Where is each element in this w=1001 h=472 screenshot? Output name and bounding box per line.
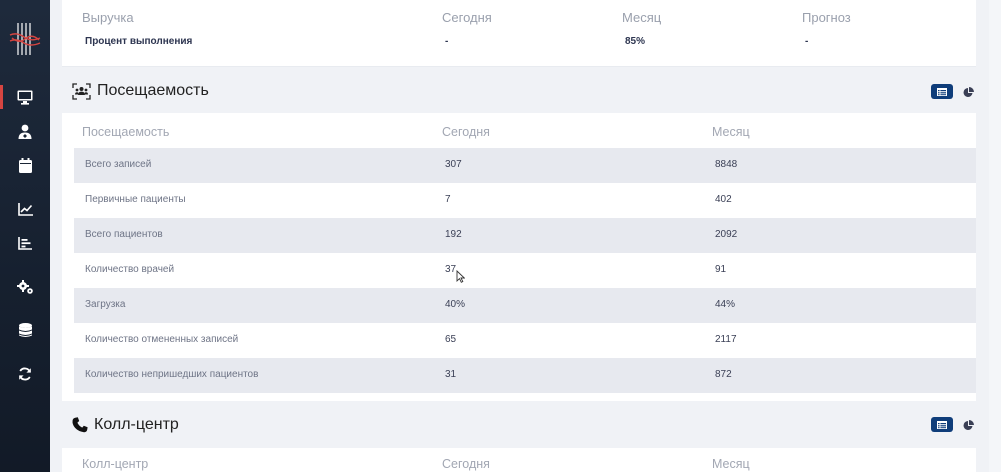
attendance-table-view-button[interactable] xyxy=(931,84,953,99)
attendance-section-title: Посещаемость xyxy=(72,82,209,100)
pie-chart-icon xyxy=(963,86,974,97)
row-month: 402 xyxy=(715,194,732,205)
row-name: Всего пациентов xyxy=(85,229,163,240)
attendance-card: Посещаемость Сегодня Месяц Всего записей… xyxy=(62,113,976,401)
sidebar-item-monitor[interactable] xyxy=(0,84,50,110)
revenue-row-today: - xyxy=(445,36,449,47)
revenue-header-label: Выручка xyxy=(82,10,134,25)
table-row: Количество отмененных записей 65 2117 xyxy=(74,323,976,358)
sync-icon xyxy=(19,367,31,381)
row-month: 872 xyxy=(715,369,732,380)
row-name: Количество врачей xyxy=(85,264,175,275)
callcenter-header-month: Месяц xyxy=(712,457,750,471)
revenue-header-today: Сегодня xyxy=(442,10,492,25)
row-name: Загрузка xyxy=(85,299,126,310)
sidebar-item-calendar[interactable] xyxy=(0,152,50,178)
row-today: 31 xyxy=(445,369,457,380)
callcenter-section-title: Колл-центр xyxy=(72,416,179,434)
table-row: Всего пациентов 192 2092 xyxy=(74,218,976,253)
table-icon xyxy=(937,420,947,429)
row-today: 192 xyxy=(445,229,462,240)
row-month: 2092 xyxy=(715,229,738,240)
sidebar-item-reports[interactable] xyxy=(0,230,50,256)
logo-icon xyxy=(9,22,41,56)
database-icon xyxy=(18,322,32,337)
row-today: 307 xyxy=(445,159,462,170)
pie-chart-icon xyxy=(963,419,974,430)
table-row: Первичные пациенты 7 402 xyxy=(74,183,976,218)
table-row: Количество непришедших пациентов 31 872 xyxy=(74,358,976,393)
sidebar-item-analytics[interactable] xyxy=(0,196,50,222)
revenue-row-month: 85% xyxy=(625,36,646,47)
table-row: Загрузка 40% 44% xyxy=(74,288,976,323)
row-today: 7 xyxy=(445,194,451,205)
mouse-cursor-icon xyxy=(456,270,465,283)
table-row: Всего записей 307 8848 xyxy=(74,148,976,183)
attendance-title: Посещаемость xyxy=(97,82,209,99)
sidebar-item-database[interactable] xyxy=(0,317,50,343)
row-month: 2117 xyxy=(715,334,737,345)
scrollbar-track[interactable] xyxy=(989,0,1001,472)
attendance-header-today: Сегодня xyxy=(442,125,490,139)
sidebar xyxy=(0,0,50,472)
row-name: Всего записей xyxy=(85,159,152,170)
table-icon xyxy=(937,87,947,96)
row-today: 65 xyxy=(445,334,457,345)
gears-icon xyxy=(16,279,33,294)
line-chart-icon xyxy=(17,202,33,216)
people-group-icon xyxy=(72,82,91,100)
doctor-icon xyxy=(18,124,32,139)
row-name: Количество непришедших пациентов xyxy=(85,369,259,380)
attendance-chart-view-button[interactable] xyxy=(961,85,975,99)
calendar-icon xyxy=(18,157,32,173)
revenue-header-forecast: Прогноз xyxy=(802,10,851,25)
main-content: Выручка Сегодня Месяц Прогноз Процент вы… xyxy=(62,0,990,472)
revenue-header-month: Месяц xyxy=(622,10,662,25)
row-name: Количество отмененных записей xyxy=(85,334,239,345)
phone-icon xyxy=(72,417,88,433)
bar-chart-icon xyxy=(18,236,32,250)
monitor-icon xyxy=(17,90,33,105)
sidebar-item-sync[interactable] xyxy=(0,361,50,387)
sidebar-item-doctors[interactable] xyxy=(0,118,50,144)
callcenter-card: Колл-центр Сегодня Месяц xyxy=(62,448,976,472)
table-row: Количество врачей 37 91 xyxy=(74,253,976,288)
callcenter-header-label: Колл-центр xyxy=(82,457,149,471)
callcenter-chart-view-button[interactable] xyxy=(961,418,975,432)
sidebar-item-settings[interactable] xyxy=(0,274,50,300)
callcenter-header-today: Сегодня xyxy=(442,457,490,471)
row-name: Первичные пациенты xyxy=(85,194,186,205)
revenue-row-forecast: - xyxy=(805,36,809,47)
callcenter-table-view-button[interactable] xyxy=(931,417,953,432)
row-month: 8848 xyxy=(715,159,738,170)
row-month: 91 xyxy=(715,264,727,275)
callcenter-title: Колл-центр xyxy=(94,416,179,433)
revenue-row-label: Процент выполнения xyxy=(85,36,193,47)
row-month: 44% xyxy=(715,299,736,310)
row-today: 40% xyxy=(445,299,466,310)
row-today: 37 xyxy=(445,264,457,275)
attendance-header-month: Месяц xyxy=(712,125,750,139)
attendance-header-label: Посещаемость xyxy=(82,125,170,139)
revenue-panel: Выручка Сегодня Месяц Прогноз Процент вы… xyxy=(62,0,976,67)
